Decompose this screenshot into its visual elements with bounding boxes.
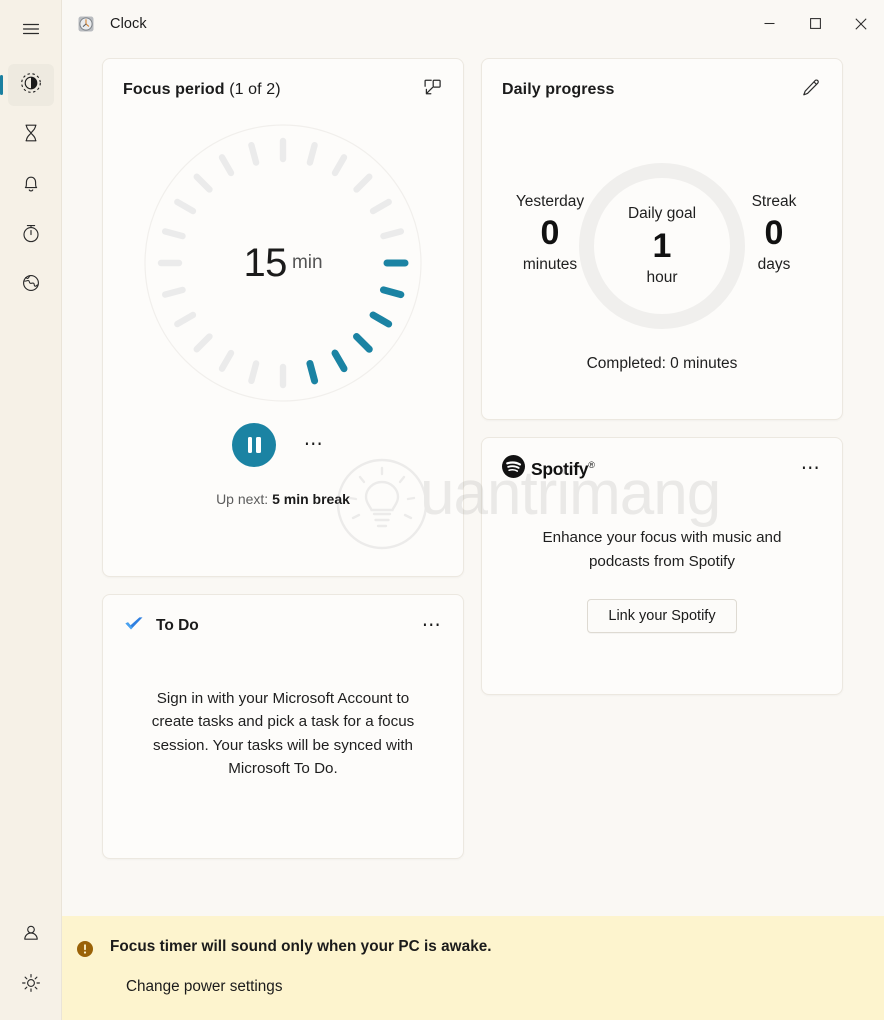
open-mini-view-icon <box>423 78 442 102</box>
focus-timer-controls: ⋯ <box>103 423 463 467</box>
sidebar-item-timer[interactable] <box>8 114 54 156</box>
spotify-card-header: Spotify® ⋯ <box>482 438 842 484</box>
person-account-icon <box>20 922 42 949</box>
timer-value: 15 <box>243 240 287 285</box>
yesterday-value: 0 <box>540 214 560 252</box>
hamburger-menu-icon <box>21 19 41 44</box>
focus-period-card: Focus period (1 of 2) 15 min ⋯ Up next: … <box>102 58 464 577</box>
sidebar-item-alarm[interactable] <box>8 164 54 206</box>
main-region: Clock Focus period (1 of 2) 15 min ⋯ Up … <box>62 0 884 1020</box>
more-options-icon: ⋯ <box>421 615 443 636</box>
pause-button[interactable] <box>232 423 276 467</box>
streak-unit: days <box>757 255 791 273</box>
spotify-logo-icon <box>502 455 525 483</box>
close-button[interactable] <box>838 0 884 48</box>
sidebar-item-settings[interactable] <box>8 964 54 1006</box>
daily-progress-card: Daily progress Daily goal 1 hour Yesterd… <box>481 58 843 420</box>
streak-label: Streak <box>751 193 797 210</box>
streak-stat: Streak 0 days <box>714 193 834 274</box>
up-next-value: 5 min break <box>272 491 350 507</box>
progress-card-title: Daily progress <box>502 81 615 98</box>
gear-settings-icon <box>20 972 42 999</box>
window-controls <box>746 0 884 48</box>
focus-card-title-sub: (1 of 2) <box>229 81 281 98</box>
spotify-name-text: Spotify <box>531 458 589 479</box>
yesterday-stat: Yesterday 0 minutes <box>490 193 610 274</box>
dial-center-readout: 15 min <box>143 123 423 403</box>
todo-more-options-button[interactable]: ⋯ <box>417 611 447 641</box>
todo-card-header: To Do ⋯ <box>103 595 463 641</box>
warning-message-row: Focus timer will sound only when your PC… <box>76 938 884 958</box>
pause-icon <box>247 437 261 453</box>
warning-exclamation-icon <box>76 940 94 958</box>
maximize-icon <box>809 18 821 29</box>
streak-value: 0 <box>764 214 784 252</box>
hourglass-timer-icon <box>20 122 42 149</box>
up-next-label: Up next: 5 min break <box>103 491 463 507</box>
change-power-settings-link[interactable]: Change power settings <box>126 978 884 996</box>
spotify-more-options-button[interactable]: ⋯ <box>796 454 826 484</box>
open-mini-view-button[interactable] <box>417 75 447 105</box>
globe-world-clock-icon <box>20 272 42 299</box>
progress-card-header: Daily progress <box>482 59 842 105</box>
right-column: Daily progress Daily goal 1 hour Yesterd… <box>481 58 843 695</box>
spotify-name: Spotify® <box>531 459 595 480</box>
sidebar-item-account[interactable] <box>8 914 54 956</box>
spotify-card: Spotify® ⋯ Enhance your focus with music… <box>481 437 843 695</box>
bell-alarm-icon <box>20 172 42 199</box>
focus-card-title-main: Focus period <box>123 81 225 98</box>
navigation-sidebar <box>0 0 62 1020</box>
to-do-checkmark-icon <box>123 613 145 640</box>
sidebar-item-world-clock[interactable] <box>8 264 54 306</box>
progress-card-body: Daily goal 1 hour Yesterday 0 minutes St… <box>482 105 842 381</box>
completed-label: Completed: 0 minutes <box>586 355 738 372</box>
power-warning-bar: Focus timer will sound only when your PC… <box>62 916 884 1020</box>
title-bar: Clock <box>62 0 884 48</box>
up-next-prefix: Up next: <box>216 491 273 507</box>
todo-card-title: To Do <box>156 617 199 634</box>
warning-message: Focus timer will sound only when your PC… <box>110 938 492 955</box>
daily-goal-label: Daily goal <box>627 204 697 222</box>
focus-sessions-icon <box>20 72 42 99</box>
content-area: Focus period (1 of 2) 15 min ⋯ Up next: … <box>62 48 884 916</box>
todo-card: To Do ⋯ Sign in with your Microsoft Acco… <box>102 594 464 859</box>
timer-unit: min <box>291 252 323 273</box>
spotify-brand: Spotify® <box>502 455 595 483</box>
close-icon <box>855 17 867 30</box>
edit-daily-goal-button[interactable] <box>796 75 826 105</box>
yesterday-label: Yesterday <box>515 193 585 210</box>
focus-timer-dial[interactable]: 15 min <box>143 123 423 403</box>
focus-card-title: Focus period (1 of 2) <box>123 81 281 99</box>
link-spotify-button[interactable]: Link your Spotify <box>587 599 737 634</box>
daily-goal-value: 1 <box>652 226 672 265</box>
spotify-trademark: ® <box>588 459 595 470</box>
sidebar-item-stopwatch[interactable] <box>8 214 54 256</box>
clock-app-window: Clock Focus period (1 of 2) 15 min ⋯ Up … <box>0 0 884 1020</box>
app-title: Clock <box>110 15 147 32</box>
focus-card-header: Focus period (1 of 2) <box>103 59 463 105</box>
alarm-clock-icon <box>76 14 96 34</box>
more-options-icon: ⋯ <box>303 434 325 455</box>
stopwatch-icon <box>20 222 42 249</box>
minimize-button[interactable] <box>746 0 792 48</box>
left-column: Focus period (1 of 2) 15 min ⋯ Up next: … <box>102 58 464 859</box>
more-options-icon: ⋯ <box>800 458 822 479</box>
todo-card-body: Sign in with your Microsoft Account to c… <box>151 690 415 777</box>
sidebar-item-focus-sessions[interactable] <box>0 64 54 106</box>
hamburger-menu-button[interactable] <box>8 10 54 52</box>
focus-more-options-button[interactable]: ⋯ <box>294 427 334 463</box>
spotify-card-body: Enhance your focus with music and podcas… <box>542 529 782 570</box>
yesterday-unit: minutes <box>522 255 578 273</box>
minimize-icon <box>764 22 774 25</box>
daily-goal-unit: hour <box>646 269 678 287</box>
edit-pencil-icon <box>801 78 821 103</box>
maximize-button[interactable] <box>792 0 838 48</box>
